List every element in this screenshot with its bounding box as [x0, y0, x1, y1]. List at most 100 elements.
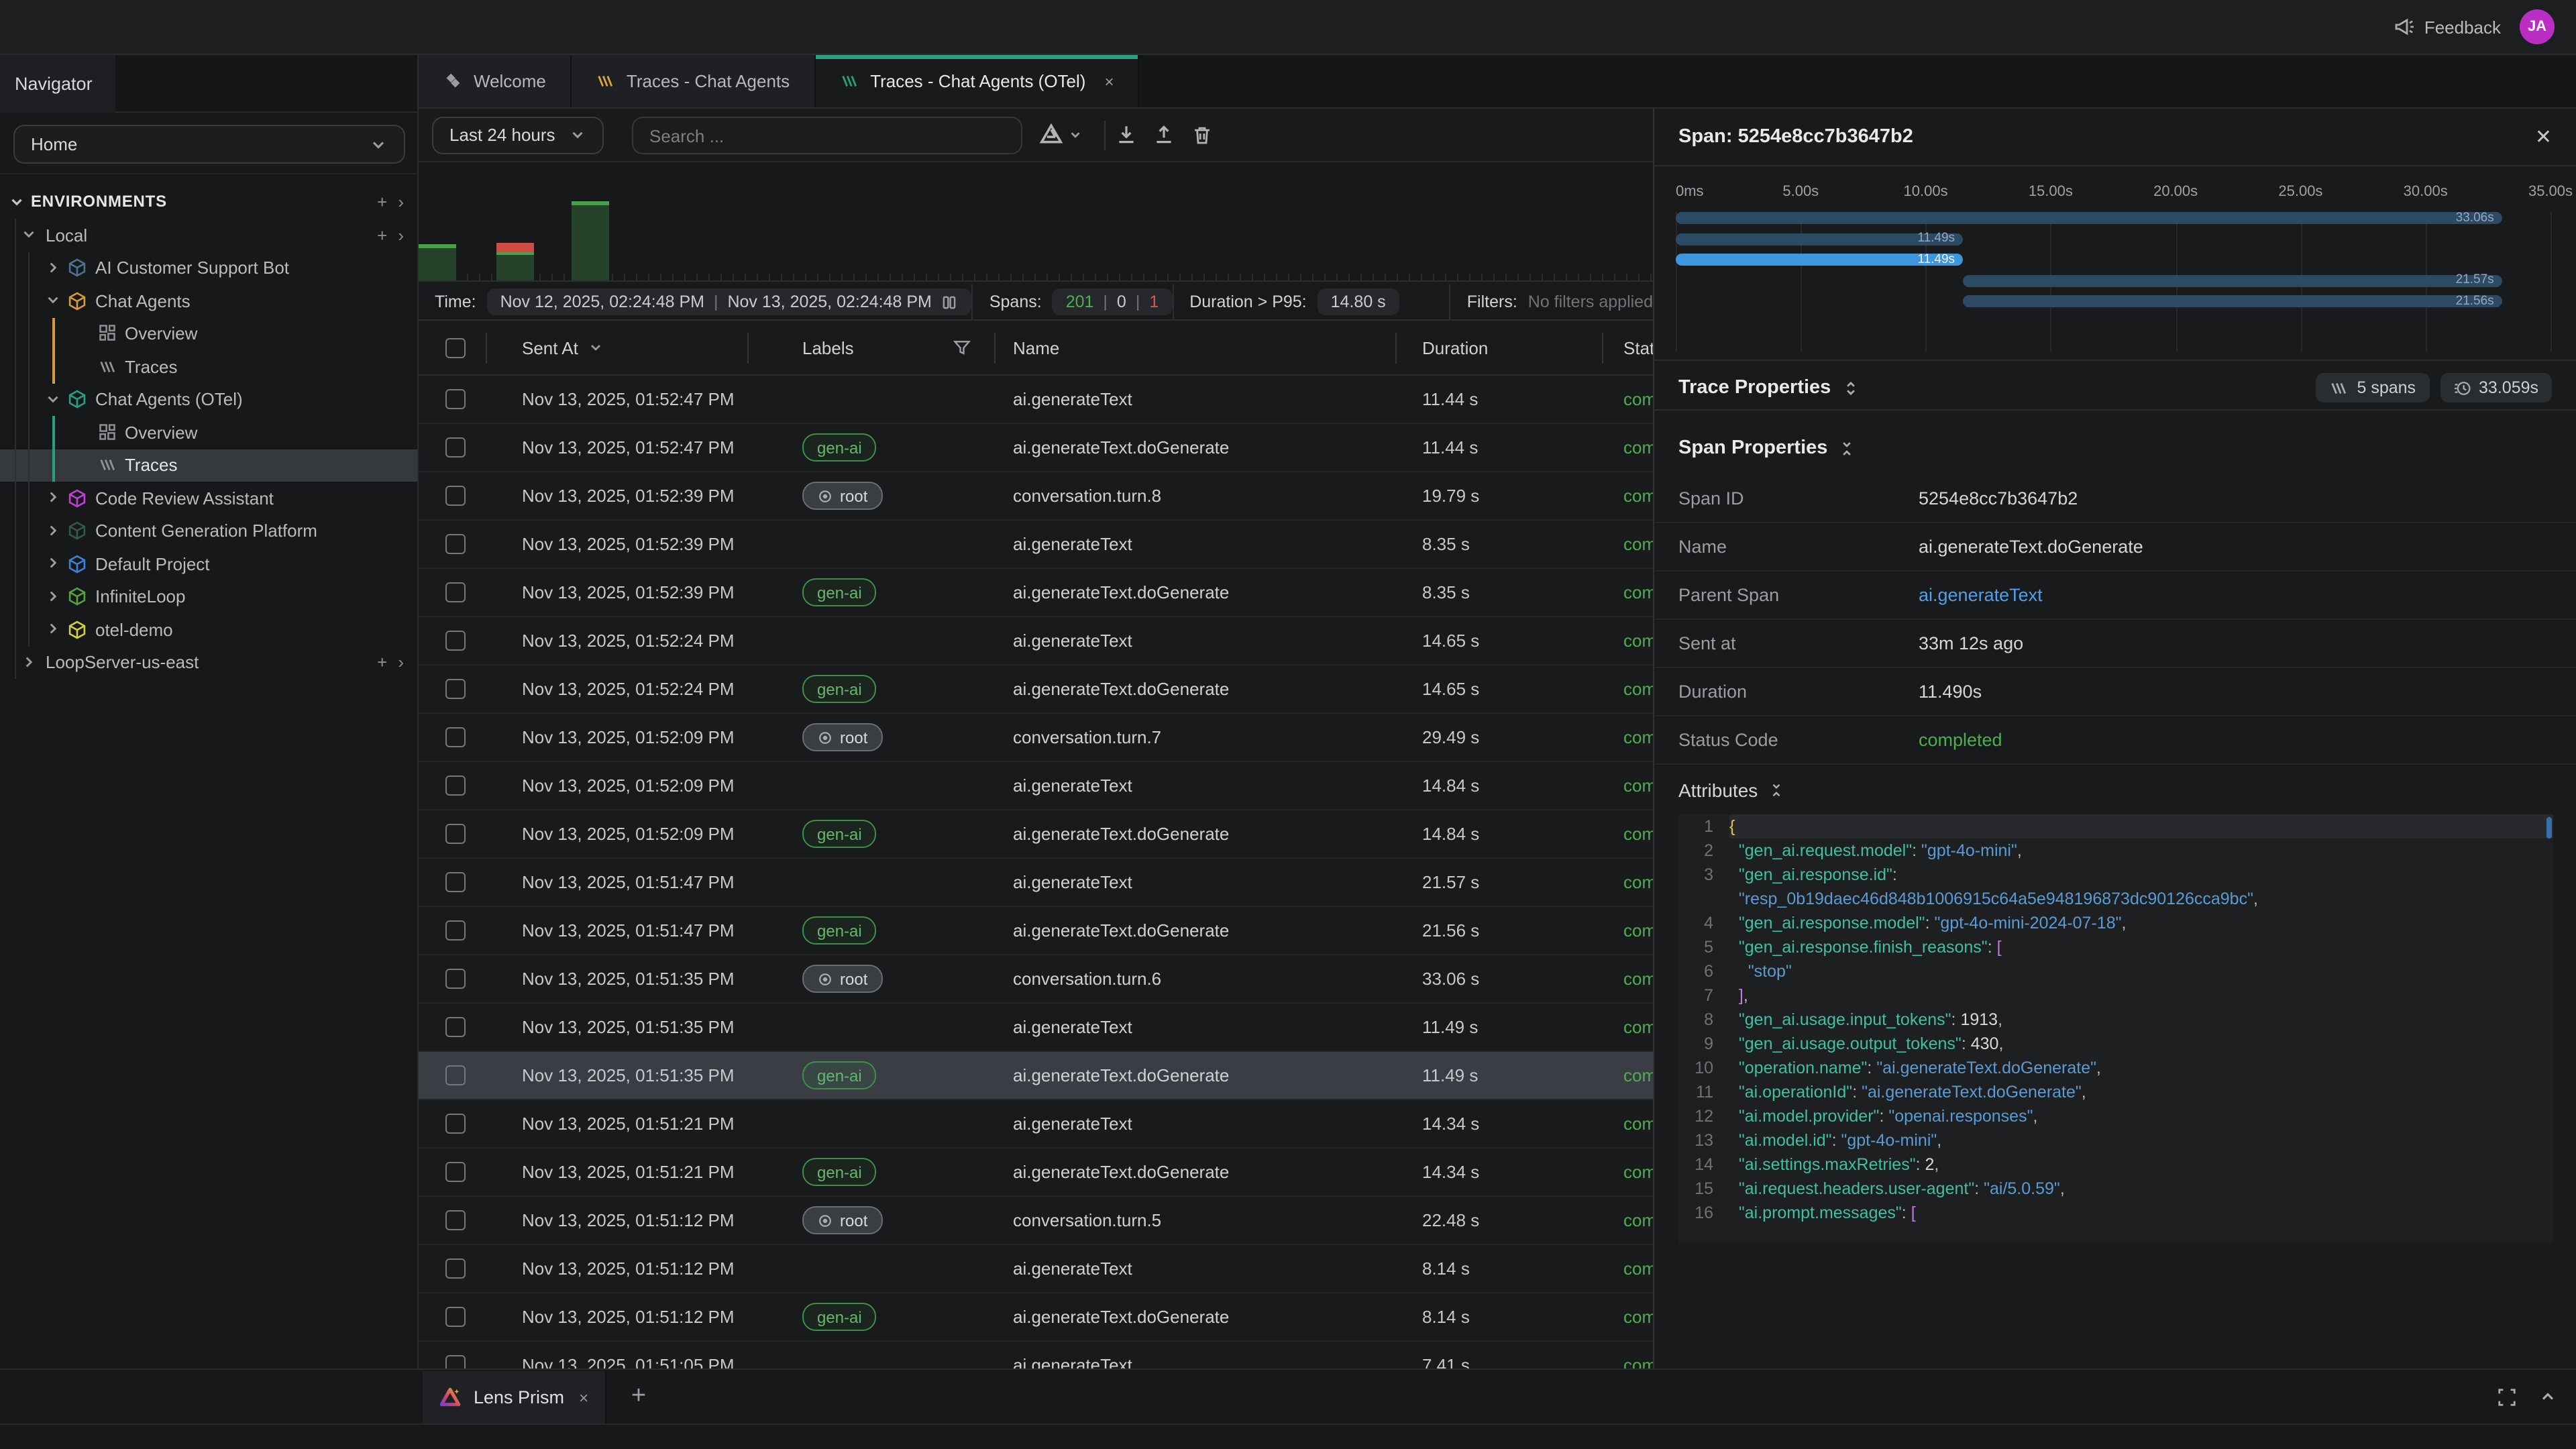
spans-counts-pill[interactable]: 201 | 0 | 1	[1053, 288, 1173, 315]
duration-p95-pill[interactable]: 14.80 s	[1318, 288, 1399, 315]
prism-assistant-button[interactable]	[1038, 122, 1083, 148]
chevron-right-icon[interactable]	[44, 621, 63, 639]
table-row[interactable]: Nov 13, 2025, 01:51:21 PMgen-aiai.genera…	[419, 1148, 1653, 1197]
row-checkbox[interactable]	[445, 1162, 466, 1182]
row-checkbox[interactable]	[445, 1065, 466, 1085]
sidebar-item-otel-demo[interactable]: otel-demo	[0, 613, 417, 646]
timeline-span-bar[interactable]: 33.06s	[1676, 212, 2502, 224]
column-header-labels[interactable]: Labels	[802, 321, 854, 374]
search-input[interactable]: Search ...	[632, 117, 1022, 154]
histogram-bar[interactable]	[572, 201, 609, 280]
labels-filter-button[interactable]	[953, 321, 971, 374]
time-range-select[interactable]: Last 24 hours	[432, 116, 604, 154]
table-row[interactable]: Nov 13, 2025, 01:51:35 PMrootconversatio…	[419, 955, 1653, 1004]
row-checkbox[interactable]	[445, 824, 466, 844]
sidebar-item-chat-agents-otel-[interactable]: Chat Agents (OTel)	[0, 383, 417, 416]
timeline-span-bar[interactable]: 21.56s	[1963, 295, 2502, 307]
close-icon[interactable]: ×	[1104, 72, 1114, 91]
feedback-button[interactable]: Feedback	[2394, 16, 2501, 38]
table-row[interactable]: Nov 13, 2025, 01:52:47 PMai.generateText…	[419, 376, 1653, 424]
row-checkbox[interactable]	[445, 1355, 466, 1368]
add-tab-button[interactable]: +	[614, 1370, 663, 1424]
table-row[interactable]: Nov 13, 2025, 01:51:12 PMai.generateText…	[419, 1245, 1653, 1293]
collapse-vertical-icon[interactable]	[1838, 439, 1856, 457]
column-header-name[interactable]: Name	[1013, 321, 1059, 374]
sidebar-item-traces[interactable]: Traces	[0, 350, 417, 383]
upload-button[interactable]	[1152, 123, 1175, 146]
chevron-down-icon[interactable]	[44, 292, 63, 311]
chevron-right-icon[interactable]	[44, 259, 63, 278]
row-checkbox[interactable]	[445, 534, 466, 554]
chevron-right-icon[interactable]	[20, 653, 39, 672]
table-row[interactable]: Nov 13, 2025, 01:52:09 PMai.generateText…	[419, 762, 1653, 810]
row-checkbox[interactable]	[445, 727, 466, 747]
row-checkbox[interactable]	[445, 631, 466, 651]
row-checkbox[interactable]	[445, 486, 466, 506]
close-icon[interactable]: ✕	[2535, 125, 2552, 149]
tab-traces-chat-agents-otel-[interactable]: Traces - Chat Agents (OTel)×	[815, 55, 1139, 107]
table-row[interactable]: Nov 13, 2025, 01:52:09 PMrootconversatio…	[419, 714, 1653, 762]
chevron-up-icon[interactable]	[2538, 1387, 2557, 1406]
row-checkbox[interactable]	[445, 389, 466, 409]
add-environment-button[interactable]: +	[377, 191, 387, 211]
table-row[interactable]: Nov 13, 2025, 01:51:05 PMai.generateText…	[419, 1342, 1653, 1368]
table-row[interactable]: Nov 13, 2025, 01:51:35 PMai.generateText…	[419, 1004, 1653, 1052]
row-checkbox[interactable]	[445, 920, 466, 941]
collapse-vertical-icon[interactable]	[1768, 782, 1784, 798]
row-checkbox[interactable]	[445, 969, 466, 989]
row-checkbox[interactable]	[445, 437, 466, 458]
expand-button[interactable]: ›	[398, 225, 404, 246]
table-row[interactable]: Nov 13, 2025, 01:51:47 PMai.generateText…	[419, 859, 1653, 907]
chevron-right-icon[interactable]	[44, 588, 63, 606]
table-row[interactable]: Nov 13, 2025, 01:52:39 PMai.generateText…	[419, 521, 1653, 569]
editor-scrollbar-thumb[interactable]	[2546, 817, 2552, 839]
sidebar-item-overview[interactable]: Overview	[0, 317, 417, 350]
row-checkbox[interactable]	[445, 872, 466, 892]
sidebar-item-loopserver-us-east[interactable]: LoopServer-us-east+›	[0, 646, 417, 679]
row-checkbox[interactable]	[445, 1210, 466, 1230]
timeline-span-bar[interactable]: 21.57s	[1963, 274, 2502, 286]
select-all-checkbox[interactable]	[445, 338, 466, 358]
row-checkbox[interactable]	[445, 1258, 466, 1279]
row-checkbox[interactable]	[445, 679, 466, 699]
download-button[interactable]	[1115, 123, 1138, 146]
chevron-down-icon[interactable]	[20, 226, 39, 245]
environments-section-header[interactable]: ENVIRONMENTS + ›	[0, 184, 417, 219]
time-range-pill[interactable]: Nov 12, 2025, 02:24:48 PM | Nov 13, 2025…	[487, 288, 972, 315]
sidebar-item-chat-agents[interactable]: Chat Agents	[0, 284, 417, 317]
property-value[interactable]: ai.generateText	[1919, 585, 2043, 605]
chevron-right-icon[interactable]	[44, 489, 63, 508]
close-icon[interactable]: ×	[579, 1388, 588, 1407]
navigator-tab[interactable]: Navigator	[0, 55, 115, 113]
column-header-sent-at[interactable]: Sent At	[522, 321, 604, 374]
fullscreen-icon[interactable]	[2497, 1387, 2517, 1407]
environments-expand-button[interactable]: ›	[398, 191, 404, 211]
table-row[interactable]: Nov 13, 2025, 01:52:09 PMgen-aiai.genera…	[419, 810, 1653, 859]
table-row[interactable]: Nov 13, 2025, 01:52:24 PMgen-aiai.genera…	[419, 665, 1653, 714]
table-row[interactable]: Nov 13, 2025, 01:51:12 PMrootconversatio…	[419, 1197, 1653, 1245]
sidebar-item-code-review-assistant[interactable]: Code Review Assistant	[0, 482, 417, 515]
sidebar-item-default-project[interactable]: Default Project	[0, 547, 417, 580]
lens-prism-tab[interactable]: Lens Prism ×	[423, 1371, 606, 1424]
timeline-span-bar[interactable]: 11.49s	[1676, 233, 1963, 245]
chevron-right-icon[interactable]	[44, 522, 63, 541]
table-row[interactable]: Nov 13, 2025, 01:51:35 PMgen-aiai.genera…	[419, 1052, 1653, 1100]
tab-welcome[interactable]: Welcome	[419, 55, 572, 107]
row-checkbox[interactable]	[445, 1307, 466, 1327]
scope-select[interactable]: Home	[13, 125, 405, 164]
span-timeline[interactable]: 0ms5.00s10.00s15.00s20.00s25.00s30.00s35…	[1654, 166, 2576, 361]
chevron-right-icon[interactable]	[44, 555, 63, 574]
column-header-duration[interactable]: Duration	[1422, 321, 1488, 374]
attributes-json-editor[interactable]: 1{2 "gen_ai.request.model": "gpt-4o-mini…	[1678, 814, 2553, 1242]
table-row[interactable]: Nov 13, 2025, 01:51:47 PMgen-aiai.genera…	[419, 907, 1653, 955]
row-checkbox[interactable]	[445, 1017, 466, 1037]
timeline-span-bar[interactable]: 11.49s	[1676, 254, 1963, 266]
sidebar-item-local[interactable]: Local+›	[0, 219, 417, 252]
span-histogram[interactable]	[419, 162, 1653, 282]
tab-traces-chat-agents[interactable]: Traces - Chat Agents	[572, 55, 815, 107]
delete-button[interactable]	[1191, 124, 1213, 146]
expand-button[interactable]: ›	[398, 653, 404, 673]
sidebar-item-ai-customer-support-bot[interactable]: AI Customer Support Bot	[0, 252, 417, 284]
table-row[interactable]: Nov 13, 2025, 01:52:24 PMai.generateText…	[419, 617, 1653, 665]
sidebar-item-infiniteloop[interactable]: InfiniteLoop	[0, 580, 417, 613]
